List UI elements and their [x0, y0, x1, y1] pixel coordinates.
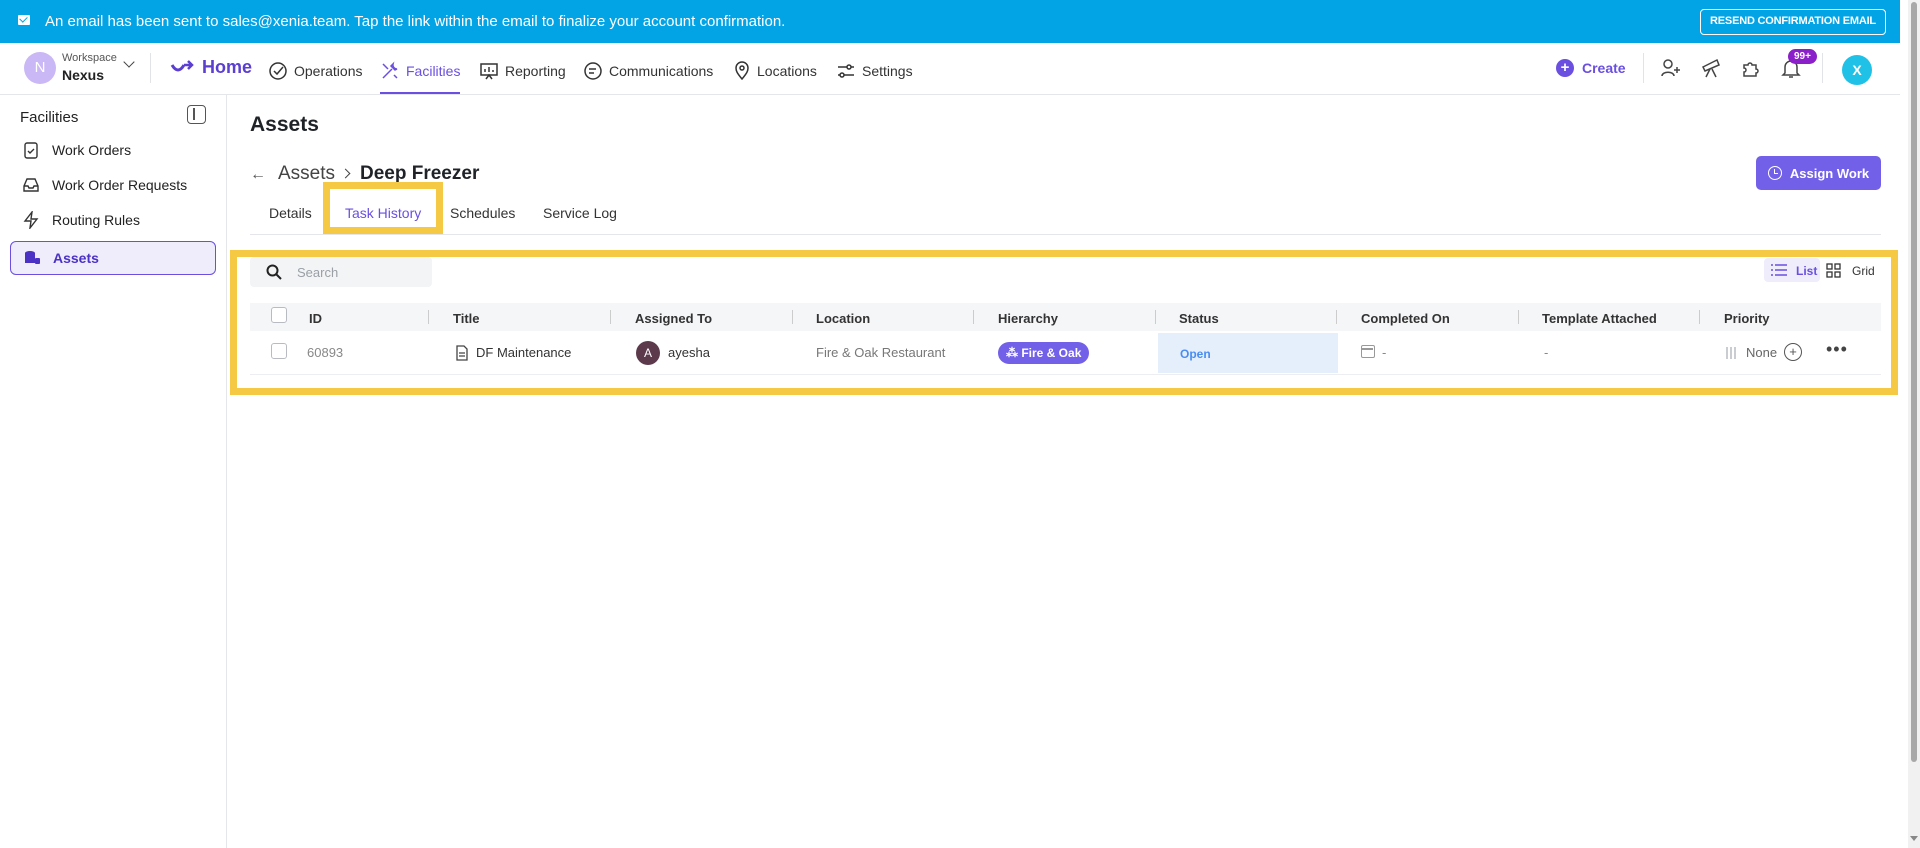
- divider: [1643, 53, 1644, 83]
- workspace-avatar[interactable]: N: [24, 52, 56, 84]
- nav-facilities-label: Facilities: [406, 63, 461, 79]
- sidebar-item-assets[interactable]: Assets: [10, 241, 216, 275]
- nav-communications[interactable]: Communications: [583, 61, 713, 81]
- active-nav-indicator: [380, 92, 460, 94]
- lightning-icon: [23, 211, 39, 229]
- task-history-highlight: [323, 182, 443, 234]
- scroll-down-arrow-icon[interactable]: [1910, 836, 1918, 841]
- sidebar-item-routing-rules[interactable]: Routing Rules: [10, 203, 216, 237]
- nav-locations[interactable]: Locations: [733, 61, 817, 81]
- nav-operations[interactable]: Operations: [268, 61, 362, 81]
- nav-reporting-label: Reporting: [505, 63, 566, 79]
- create-label: Create: [1582, 60, 1626, 76]
- nav-facilities[interactable]: Facilities: [380, 61, 460, 81]
- nav-home[interactable]: Home: [170, 57, 252, 78]
- collapse-sidebar-icon[interactable]: [187, 105, 206, 124]
- top-navigation: N Workspace Nexus Home Operations Facili…: [0, 43, 1900, 95]
- tools-icon: [382, 61, 398, 79]
- clipboard-icon: [24, 142, 38, 159]
- page-title: Assets: [250, 113, 319, 136]
- email-confirmation-banner: An email has been sent to sales@xenia.te…: [0, 0, 1900, 43]
- sidebar-item-work-orders[interactable]: Work Orders: [10, 133, 216, 167]
- sidebar-item-label: Routing Rules: [52, 212, 140, 228]
- nav-home-label: Home: [202, 57, 253, 77]
- map-pin-icon: [735, 61, 749, 81]
- tab-schedules[interactable]: Schedules: [450, 205, 515, 221]
- divider: [1822, 53, 1823, 83]
- sidebar-item-work-order-requests[interactable]: Work Order Requests: [10, 168, 216, 202]
- sliders-icon: [838, 64, 854, 78]
- mail-icon: [18, 15, 30, 25]
- breadcrumb-chevron-icon: [340, 168, 351, 179]
- assign-work-label: Assign Work: [1789, 165, 1870, 181]
- assign-work-button[interactable]: Assign Work: [1756, 156, 1881, 190]
- clock-icon: [1767, 166, 1782, 180]
- divider: [150, 53, 151, 83]
- plus-icon: +: [1556, 59, 1574, 77]
- nav-settings-label: Settings: [862, 63, 913, 79]
- database-icon: [25, 251, 40, 264]
- tabs-divider: [250, 234, 1881, 235]
- banner-message: An email has been sent to sales@xenia.te…: [45, 13, 786, 30]
- nav-communications-label: Communications: [609, 63, 714, 79]
- table-highlight: [230, 250, 1898, 395]
- user-avatar[interactable]: X: [1842, 55, 1872, 85]
- create-button[interactable]: + Create: [1556, 59, 1626, 77]
- sidebar-item-label: Work Order Requests: [52, 177, 188, 193]
- scrollbar-thumb[interactable]: [1911, 2, 1917, 762]
- nav-reporting[interactable]: Reporting: [479, 61, 566, 81]
- chat-bubbles-icon: [584, 62, 602, 80]
- back-arrow-icon[interactable]: ←: [250, 166, 266, 184]
- sidebar-title: Facilities: [20, 109, 79, 126]
- sidebar-item-label: Work Orders: [52, 142, 132, 158]
- workspace-name[interactable]: Nexus: [62, 67, 104, 83]
- chevron-down-icon[interactable]: [123, 56, 135, 68]
- check-circle-icon: [269, 62, 287, 80]
- inbox-icon: [23, 178, 39, 192]
- sidebar: Facilities Work Orders Work Order Reques…: [0, 95, 227, 848]
- puzzle-icon[interactable]: [1740, 57, 1762, 79]
- nav-settings[interactable]: Settings: [836, 61, 913, 81]
- telescope-icon[interactable]: [1700, 57, 1722, 79]
- home-logo-icon: [170, 59, 194, 71]
- resend-confirmation-button[interactable]: RESEND CONFIRMATION EMAIL: [1700, 9, 1886, 35]
- notifications-badge: 99+: [1788, 49, 1817, 64]
- nav-operations-label: Operations: [294, 63, 363, 79]
- page-scrollbar[interactable]: [1908, 0, 1920, 848]
- add-user-icon[interactable]: [1660, 57, 1682, 79]
- tab-details[interactable]: Details: [269, 205, 312, 221]
- presentation-chart-icon: [480, 63, 498, 80]
- workspace-label: Workspace: [62, 52, 117, 64]
- tab-service-log[interactable]: Service Log: [543, 205, 617, 221]
- nav-locations-label: Locations: [757, 63, 817, 79]
- sidebar-item-label: Assets: [53, 250, 99, 266]
